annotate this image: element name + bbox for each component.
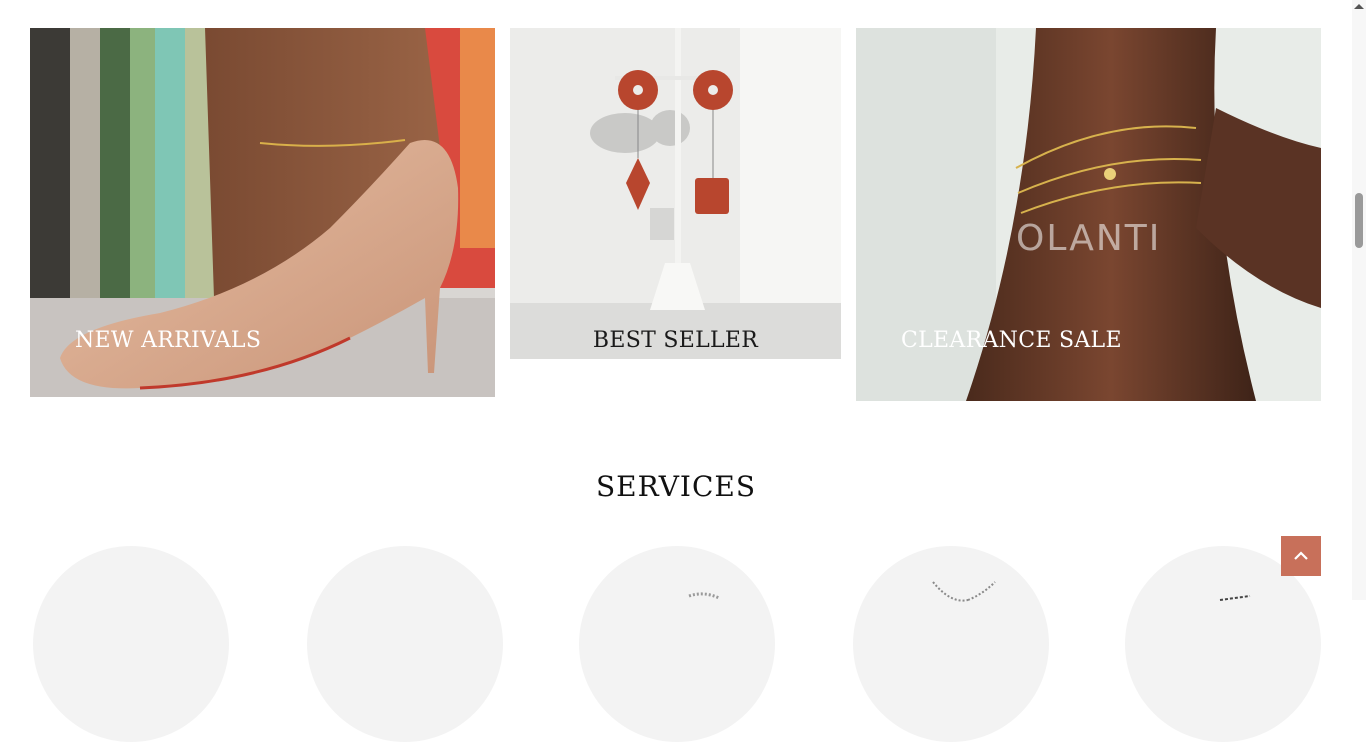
best-seller-image <box>510 28 841 359</box>
promo-new-arrivals[interactable]: NEW ARRIVALS <box>30 28 495 397</box>
scroll-to-top-button[interactable] <box>1281 536 1321 576</box>
service-item-4[interactable] <box>853 546 1049 742</box>
necklace-thumbnail-icon <box>688 592 720 600</box>
service-item-1[interactable] <box>33 546 229 742</box>
olanti-watermark: OLANTI <box>1016 218 1162 259</box>
promo-best-seller-label: BEST SELLER <box>592 328 759 353</box>
service-item-3[interactable] <box>579 546 775 742</box>
scrollbar-thumb[interactable] <box>1355 193 1363 248</box>
services-heading: SERVICES <box>595 470 757 503</box>
promo-best-seller[interactable]: BEST SELLER <box>510 28 841 359</box>
service-item-2[interactable] <box>307 546 503 742</box>
chain-thumbnail-icon <box>932 581 996 602</box>
page-scrollbar[interactable] <box>1352 0 1366 600</box>
chevron-up-icon <box>1294 551 1308 560</box>
promo-new-arrivals-label: NEW ARRIVALS <box>75 328 262 353</box>
promo-clearance-sale[interactable]: OLANTI CLEARANCE SALE <box>856 28 1321 401</box>
scroll-up-arrow-icon[interactable] <box>1354 4 1364 9</box>
promo-clearance-sale-label: CLEARANCE SALE <box>901 328 1122 353</box>
